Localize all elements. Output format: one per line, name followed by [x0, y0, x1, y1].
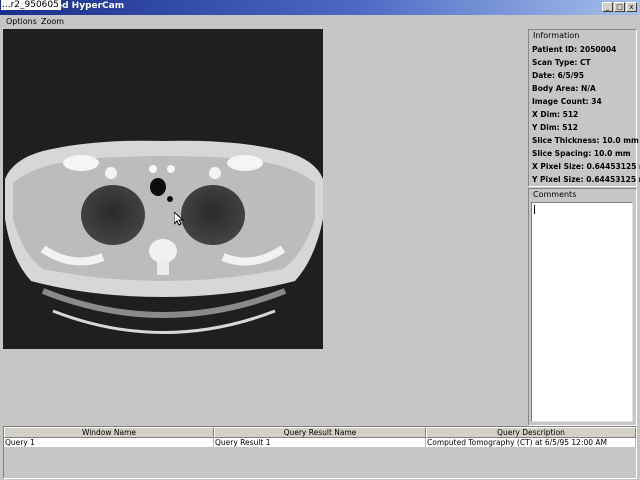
close-button[interactable]: x [626, 2, 637, 12]
column-header-query-description[interactable]: Query Description [426, 427, 636, 438]
maximize-button[interactable]: □ [614, 2, 625, 12]
comments-panel: Comments [528, 188, 637, 426]
menu-options[interactable]: Options [6, 17, 37, 26]
menu-zoom[interactable]: Zoom [41, 17, 64, 26]
minimize-button[interactable]: _ [602, 2, 613, 12]
column-header-query-result-name[interactable]: Query Result Name [214, 427, 426, 438]
ct-image-viewer[interactable] [3, 29, 323, 349]
window-controls: _ □ x [602, 2, 637, 12]
info-y-dim: Y Dim: 512 [532, 123, 578, 132]
table-row[interactable]: Query 1 Query Result 1 Computed Tomograp… [4, 438, 636, 447]
cell-window-name: Query 1 [4, 438, 214, 447]
info-x-dim: X Dim: 512 [532, 110, 579, 119]
ct-scan-image [3, 29, 323, 349]
text-caret [534, 205, 535, 214]
info-y-pixel-size: Y Pixel Size: 0.64453125 mm [532, 175, 640, 184]
window-title-overlay: ...r2_950605 [1, 0, 61, 10]
table-header: Window Name Query Result Name Query Desc… [4, 427, 636, 438]
mouse-cursor-icon [174, 212, 184, 226]
info-slice-spacing: Slice Spacing: 10.0 mm [532, 149, 631, 158]
info-body-area: Body Area: N/A [532, 84, 596, 93]
column-header-window-name[interactable]: Window Name [4, 427, 214, 438]
comments-title: Comments [533, 190, 577, 199]
info-image-count: Image Count: 34 [532, 97, 602, 106]
information-panel: Information Patient ID: 2050004 Scan Typ… [528, 29, 640, 187]
menu-bar: Options Zoom [0, 15, 640, 29]
information-title: Information [533, 31, 580, 40]
query-results-table: Window Name Query Result Name Query Desc… [3, 426, 637, 479]
cell-query-result-name: Query Result 1 [214, 438, 426, 447]
comments-textarea[interactable] [531, 202, 633, 422]
info-scan-type: Scan Type: CT [532, 58, 591, 67]
info-date: Date: 6/5/95 [532, 71, 584, 80]
info-patient-id: Patient ID: 2050004 [532, 45, 617, 54]
info-x-pixel-size: X Pixel Size: 0.64453125 mm [532, 162, 640, 171]
title-bar: Unregistered HyperCam ...r2_950605 _ □ x [0, 0, 640, 15]
info-slice-thickness: Slice Thickness: 10.0 mm [532, 136, 639, 145]
cell-query-description: Computed Tomography (CT) at 6/5/95 12:00… [426, 438, 636, 447]
